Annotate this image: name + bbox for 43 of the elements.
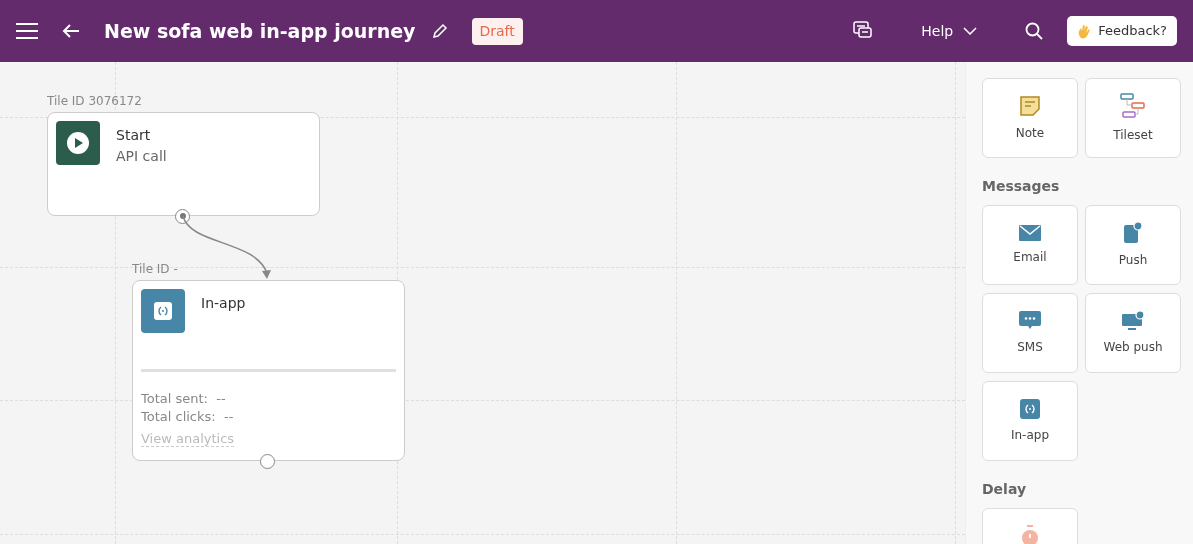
status-badge: Draft xyxy=(471,17,523,45)
journey-node[interactable]: In-app Total sent: -- Total clicks: -- View analytics xyxy=(132,280,405,461)
palette-tile[interactable]: Tileset xyxy=(1085,78,1181,158)
envelope-icon xyxy=(1019,224,1041,241)
feedback-button[interactable]: Feedback? xyxy=(1067,16,1177,46)
tile-id-label: Tile ID 3076172 xyxy=(47,93,142,110)
in-app-icon xyxy=(1020,398,1040,419)
comments-button[interactable] xyxy=(853,21,874,41)
stopwatch-icon xyxy=(1020,525,1040,544)
journey-title: New sofa web in-app journey xyxy=(104,18,416,44)
stat-text: Total sent: -- xyxy=(141,390,227,408)
section-heading: Messages xyxy=(982,177,1061,196)
tile-id-label: Tile ID - xyxy=(132,261,178,278)
node-subtitle: API call xyxy=(116,147,167,166)
play-icon xyxy=(66,131,90,155)
tileset-icon xyxy=(1120,92,1146,119)
note-icon xyxy=(1019,94,1041,117)
palette-tile[interactable]: SMS xyxy=(982,293,1078,373)
palette-tile[interactable]: Note xyxy=(982,78,1078,158)
palette-tile[interactable]: In-app xyxy=(982,381,1078,461)
node-title: In-app xyxy=(201,294,246,313)
palette-tile[interactable]: Email xyxy=(982,205,1078,285)
search-button[interactable] xyxy=(1025,22,1044,40)
menu-icon xyxy=(16,22,38,40)
search-icon xyxy=(1025,22,1044,40)
palette-tile[interactable]: Push xyxy=(1085,205,1181,285)
menu-button[interactable] xyxy=(16,22,38,40)
palette-tile[interactable]: Web push xyxy=(1085,293,1181,373)
back-button[interactable] xyxy=(62,24,80,38)
phone-icon xyxy=(1123,221,1143,244)
stat-text: Total clicks: -- xyxy=(141,408,235,426)
back-arrow-icon xyxy=(62,24,80,38)
section-heading: Delay xyxy=(982,480,1028,499)
pencil-icon xyxy=(431,23,448,39)
edit-button[interactable] xyxy=(431,23,448,39)
in-app-icon xyxy=(154,302,172,320)
help-menu[interactable]: Help xyxy=(921,20,978,42)
journey-node[interactable]: Start API call xyxy=(47,112,320,216)
monitor-icon xyxy=(1122,310,1144,331)
chevron-down-icon xyxy=(963,27,978,35)
chat-bubble-icon xyxy=(1019,310,1041,331)
node-title: Start xyxy=(116,126,152,145)
chat-icon xyxy=(853,21,874,41)
